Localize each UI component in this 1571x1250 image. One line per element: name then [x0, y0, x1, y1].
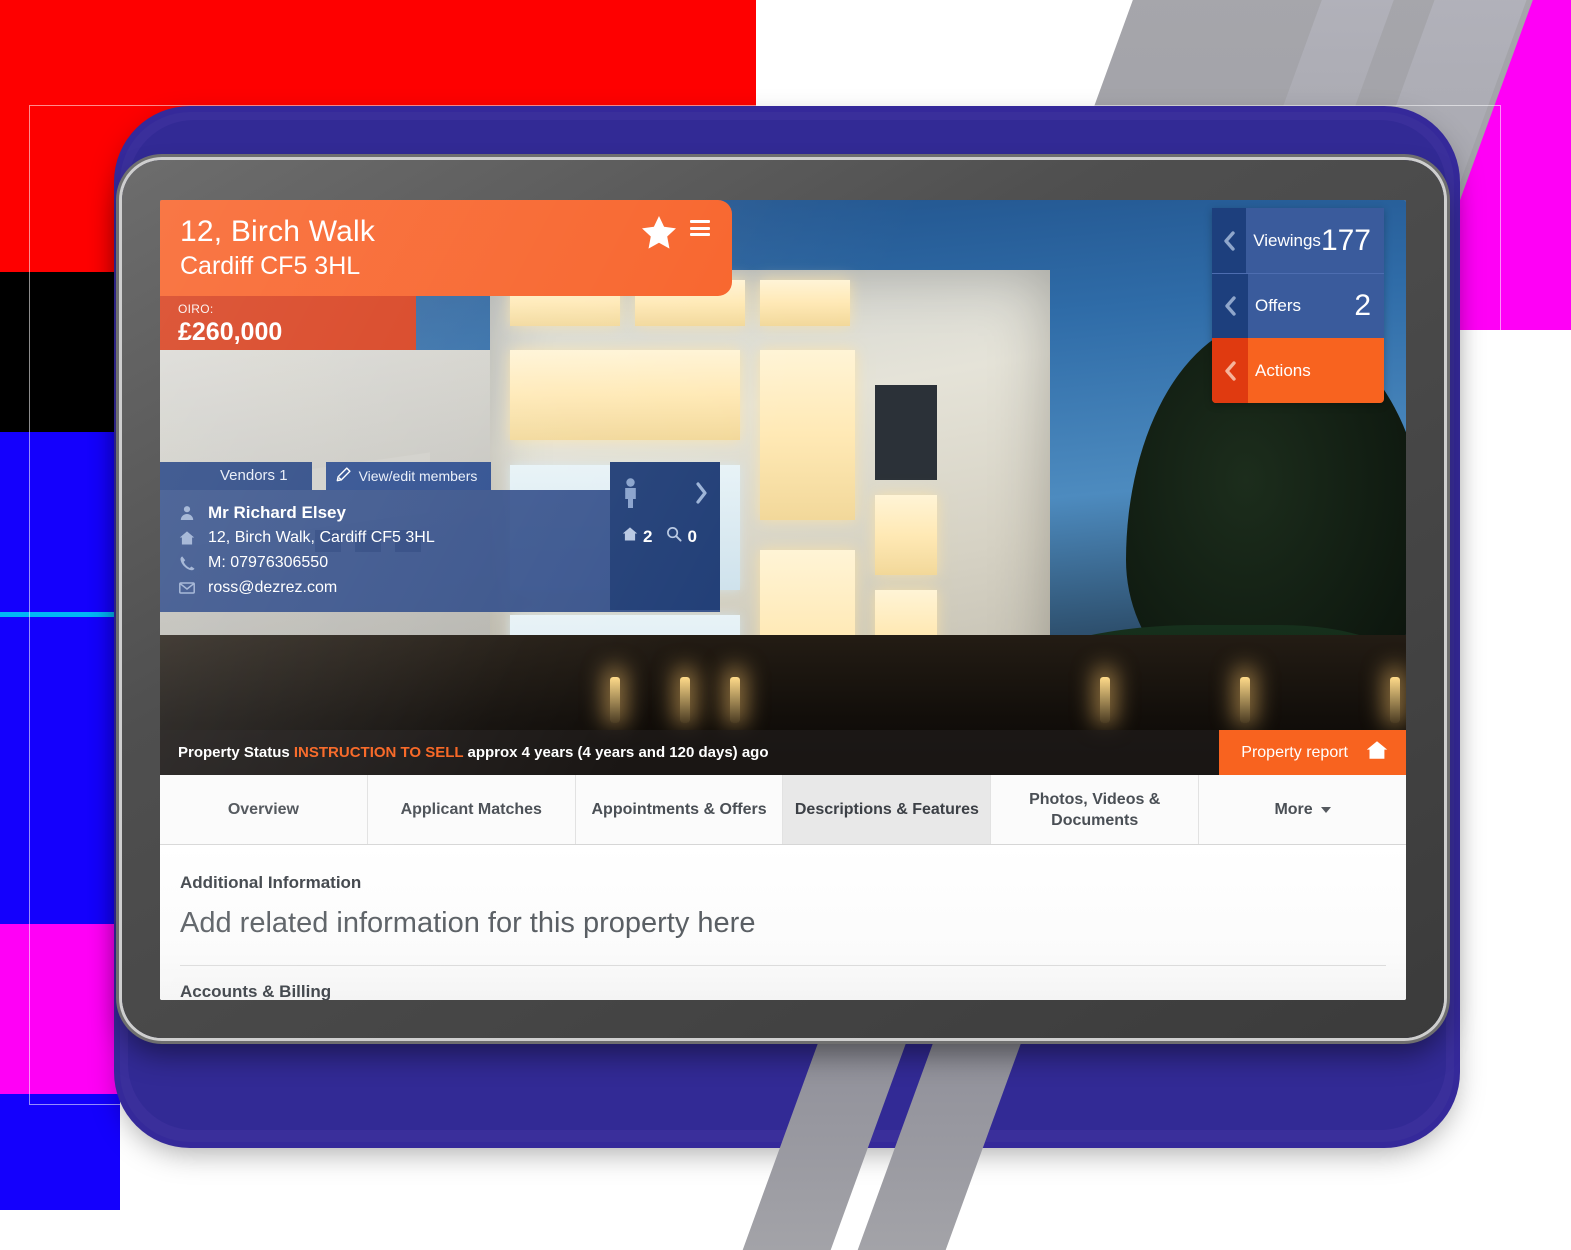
price-card: OIRO: £260,000 [160, 296, 416, 350]
vendor-phone: M: 07976306550 [208, 554, 328, 572]
vendor-summary-top [622, 472, 708, 518]
vendors-panel: Vendors 1 View/edit members Mr Richard E… [160, 462, 720, 612]
tab-content-panel: Additional Information Add related infor… [160, 845, 1406, 1000]
person-icon [622, 478, 639, 513]
vendor-properties-stat: 2 [622, 526, 652, 547]
content-divider [180, 965, 1386, 966]
tab-applicant-matches[interactable]: Applicant Matches [368, 775, 576, 844]
property-status-bar: Property Status INSTRUCTION TO SELL appr… [160, 730, 1406, 775]
chevron-left-icon[interactable] [1212, 274, 1248, 338]
tab-more-label: More [1274, 799, 1312, 820]
stat-label-viewings: Viewings [1253, 231, 1321, 251]
stat-row-offers[interactable]: Offers 2 [1212, 273, 1384, 338]
bg-blue-block-lower [0, 1094, 120, 1210]
tab-appointments-offers[interactable]: Appointments & Offers [576, 775, 784, 844]
status-suffix: approx 4 years (4 years and 120 days) ag… [468, 744, 769, 761]
status-highlight: INSTRUCTION TO SELL [294, 744, 463, 761]
additional-information-heading: Additional Information [180, 873, 1386, 893]
page-title: 12, Birch Walk [180, 214, 712, 250]
vendor-properties-count: 2 [643, 527, 652, 547]
home-icon [178, 530, 196, 546]
tab-bar: Overview Applicant Matches Appointments … [160, 775, 1406, 845]
search-icon [666, 526, 682, 547]
envelope-icon [178, 580, 196, 596]
property-report-button[interactable]: Property report [1219, 730, 1406, 775]
property-status-text: Property Status INSTRUCTION TO SELL appr… [160, 744, 769, 761]
chevron-left-icon[interactable] [1212, 338, 1248, 403]
property-title-card: 12, Birch Walk Cardiff CF5 3HL [160, 200, 732, 296]
home-icon [622, 526, 638, 547]
phone-icon [178, 555, 196, 571]
chevron-right-icon[interactable] [694, 482, 708, 509]
stat-value-offers: 2 [1354, 291, 1371, 321]
stat-row-viewings[interactable]: Viewings 177 [1212, 208, 1384, 273]
hamburger-menu-icon[interactable] [690, 220, 710, 236]
tab-overview[interactable]: Overview [160, 775, 368, 844]
vendor-address: 12, Birch Walk, Cardiff CF5 3HL [208, 529, 435, 547]
property-report-label: Property report [1241, 744, 1348, 762]
pencil-icon [336, 467, 351, 486]
tab-descriptions-features[interactable]: Descriptions & Features [783, 775, 991, 844]
title-actions [642, 216, 710, 248]
stats-panel: Viewings 177 Offers 2 Actions [1212, 208, 1384, 403]
chevron-down-icon [1321, 807, 1331, 813]
page-subtitle: Cardiff CF5 3HL [180, 250, 712, 282]
tab-photos-videos-documents[interactable]: Photos, Videos & Documents [991, 775, 1199, 844]
tablet-screen: 12, Birch Walk Cardiff CF5 3HL OIRO: £26… [160, 200, 1406, 1000]
vendor-details: Mr Richard Elsey 12, Birch Walk, Cardiff… [160, 490, 720, 612]
star-icon[interactable] [642, 216, 676, 248]
price-label: OIRO: [178, 301, 398, 317]
stat-row-actions[interactable]: Actions [1212, 338, 1384, 403]
status-prefix: Property Status [178, 744, 290, 761]
stat-label-actions: Actions [1255, 361, 1311, 381]
vendors-tab[interactable]: Vendors 1 [160, 462, 312, 490]
vendor-email: ross@dezrez.com [208, 579, 337, 597]
vendor-searches-stat: 0 [666, 526, 696, 547]
vendor-summary-counts: 2 0 [622, 526, 708, 547]
stat-value-viewings: 177 [1321, 226, 1371, 256]
accounts-billing-heading: Accounts & Billing [180, 982, 1386, 1000]
home-icon [1366, 740, 1388, 765]
price-value: £260,000 [178, 317, 398, 347]
tab-more[interactable]: More [1199, 775, 1406, 844]
vendor-name: Mr Richard Elsey [208, 503, 346, 523]
vendor-summary-card: 2 0 [610, 462, 720, 610]
person-icon [178, 505, 196, 521]
view-edit-members-label: View/edit members [359, 467, 478, 485]
vendor-searches-count: 0 [687, 527, 696, 547]
view-edit-members-button[interactable]: View/edit members [326, 462, 492, 490]
chevron-left-icon[interactable] [1212, 208, 1246, 273]
stat-label-offers: Offers [1255, 296, 1301, 316]
additional-information-input[interactable]: Add related information for this propert… [180, 903, 1386, 943]
